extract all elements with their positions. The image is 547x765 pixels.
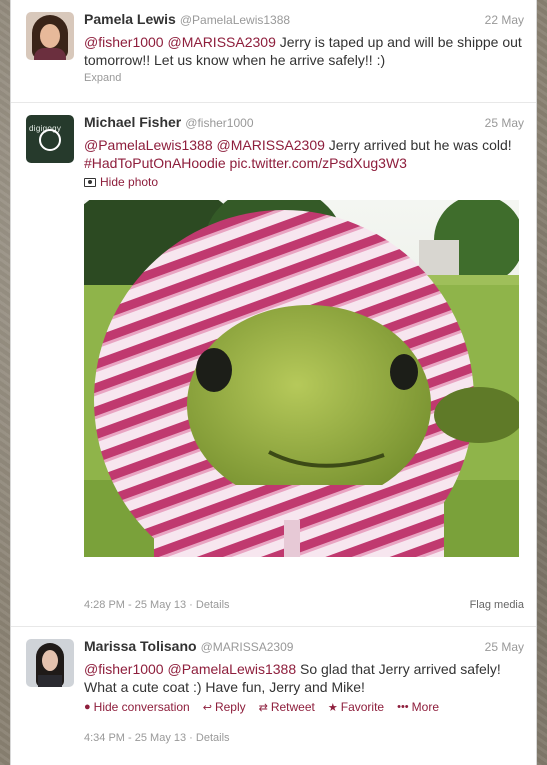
username[interactable]: @MARISSA2309: [201, 640, 294, 654]
tweet-text: @fisher1000 @PamelaLewis1388 So glad tha…: [84, 660, 524, 696]
more-label: More: [411, 700, 440, 714]
star-icon: ★: [327, 701, 338, 714]
avatar[interactable]: digigogy: [26, 115, 74, 163]
favorite-label: Favorite: [340, 700, 385, 714]
timestamp-link[interactable]: 4:28 PM - 25 May 13 · Details: [84, 599, 230, 611]
fullname[interactable]: Marissa Tolisano: [84, 638, 197, 654]
mention-link[interactable]: @PamelaLewis1388: [167, 661, 296, 677]
tweet-meta: 4:28 PM - 25 May 13 · Details Flag media: [84, 599, 524, 611]
tweet-time[interactable]: 22 May: [485, 13, 524, 27]
hashtag-link[interactable]: #HadToPutOnAHoodie: [84, 155, 226, 171]
retweet-label: Retweet: [270, 700, 315, 714]
timeline: Pamela Lewis @PamelaLewis1388 22 May @fi…: [10, 0, 537, 765]
tweet-header: Pamela Lewis @PamelaLewis1388 22 May: [84, 11, 524, 31]
reply-icon: ↩: [202, 701, 212, 714]
fullname[interactable]: Pamela Lewis: [84, 11, 176, 27]
avatar[interactable]: [26, 12, 74, 60]
avatar[interactable]: [26, 639, 74, 687]
hide-photo-button[interactable]: Hide photo: [84, 175, 524, 189]
tweet[interactable]: Marissa Tolisano @MARISSA2309 25 May @fi…: [11, 627, 536, 765]
tweet[interactable]: digigogy Michael Fisher @fisher1000 25 M…: [11, 103, 536, 627]
more-dots-icon: •••: [397, 701, 409, 713]
hide-conversation-button[interactable]: ● Hide conversation: [84, 700, 190, 714]
hide-photo-label: Hide photo: [100, 175, 159, 189]
tweet-header: Marissa Tolisano @MARISSA2309 25 May: [84, 638, 524, 658]
tweet-header: Michael Fisher @fisher1000 25 May: [84, 114, 524, 134]
mention-link[interactable]: @MARISSA2309: [167, 34, 275, 50]
username[interactable]: @fisher1000: [185, 116, 253, 130]
retweet-icon: ⇄: [258, 701, 268, 714]
conversation-icon: ●: [84, 701, 91, 713]
favorite-button[interactable]: ★ Favorite: [328, 700, 384, 714]
tweet-meta: 4:34 PM - 25 May 13 · Details: [84, 732, 230, 744]
pic-link[interactable]: pic.twitter.com/zPsdXug3W3: [230, 155, 407, 171]
reply-button[interactable]: ↩ Reply: [203, 700, 246, 714]
tweet-actions: ● Hide conversation ↩ Reply ⇄ Retweet ★ Favo…: [84, 700, 524, 714]
tweet[interactable]: Pamela Lewis @PamelaLewis1388 22 May @fi…: [11, 0, 536, 103]
username[interactable]: @PamelaLewis1388: [180, 13, 290, 27]
tweet-photo[interactable]: [84, 200, 519, 557]
mention-link[interactable]: @PamelaLewis1388: [84, 137, 213, 153]
mention-link[interactable]: @fisher1000: [84, 34, 164, 50]
tweet-time[interactable]: 25 May: [485, 640, 524, 654]
tweet-time[interactable]: 25 May: [485, 116, 524, 130]
tweet-text: @fisher1000 @MARISSA2309 Jerry is taped …: [84, 33, 524, 69]
tweet-text: @PamelaLewis1388 @MARISSA2309 Jerry arri…: [84, 136, 524, 172]
timestamp[interactable]: 4:34 PM - 25 May 13: [84, 732, 186, 744]
flag-media-link[interactable]: Flag media: [470, 599, 524, 611]
mention-link[interactable]: @MARISSA2309: [217, 137, 325, 153]
details-link[interactable]: Details: [196, 599, 230, 611]
hide-conversation-label: Hide conversation: [93, 700, 190, 714]
fullname[interactable]: Michael Fisher: [84, 114, 181, 130]
expand-link[interactable]: Expand: [84, 72, 524, 84]
details-link[interactable]: Details: [196, 732, 230, 744]
timestamp: 4:28 PM - 25 May 13: [84, 599, 187, 611]
mention-link[interactable]: @fisher1000: [84, 661, 164, 677]
photo-icon: [84, 177, 96, 187]
reply-label: Reply: [214, 700, 246, 714]
tweet-body: Jerry arrived but he was cold!: [328, 137, 512, 153]
more-button[interactable]: ••• More: [397, 700, 439, 714]
retweet-button[interactable]: ⇄ Retweet: [259, 700, 315, 714]
frog-hoodie-photo: [84, 200, 519, 557]
